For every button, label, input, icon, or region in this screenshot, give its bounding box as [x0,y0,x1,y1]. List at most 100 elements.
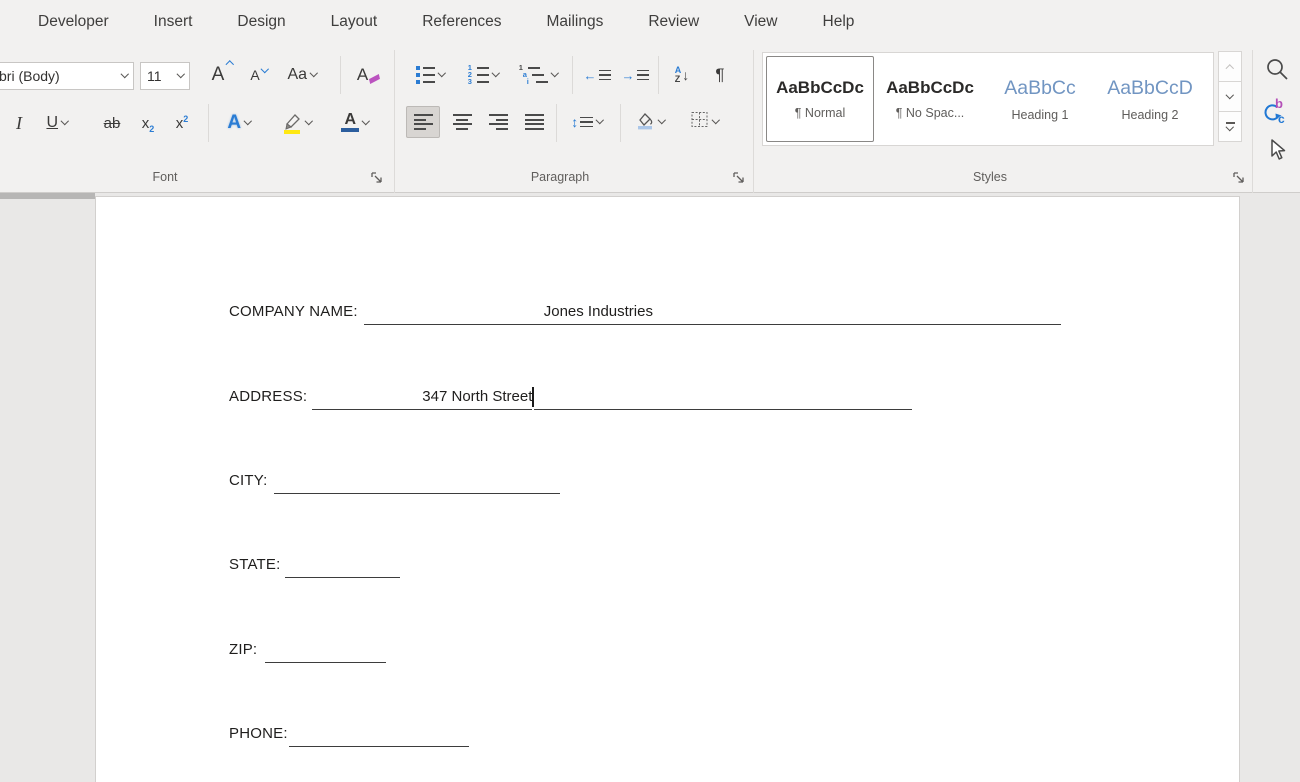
field-blank-line[interactable] [364,301,544,325]
field-blank-line[interactable] [285,554,400,578]
chevron-down-icon [305,117,313,125]
change-case-icon: Aa [287,66,307,84]
tab-design[interactable]: Design [237,13,285,31]
align-center-button[interactable] [446,106,478,138]
superscript-button[interactable]: x2 [168,106,196,140]
italic-button[interactable]: I [8,106,30,140]
chevron-down-icon [596,116,604,124]
tab-references[interactable]: References [422,13,501,31]
field-row-state[interactable]: STATE: [229,554,400,578]
font-dialog-launcher[interactable] [370,171,384,185]
tab-mailings[interactable]: Mailings [546,13,603,31]
font-name-combobox[interactable]: bri (Body) [0,62,134,90]
replace-button[interactable]: bc [1258,94,1296,130]
sort-button[interactable]: AZ ↓ [664,58,700,92]
styles-group-label: Styles [905,170,1075,184]
chevron-down-icon [244,117,252,125]
style-item-heading-2[interactable]: AaBbCcDHeading 2 [1096,56,1204,142]
line-spacing-icon: ↕ [571,114,593,130]
font-color-button[interactable]: A [332,106,378,140]
chevron-up-icon [225,61,233,69]
field-label: COMPANY NAME: [229,301,358,325]
justify-icon [525,114,544,129]
field-blank-line[interactable] [289,723,469,747]
ribbon: bri (Body) 11 A A Aa A I U ab x2 x2 A [0,44,1300,193]
find-button[interactable] [1258,52,1296,88]
field-label: CITY: [229,470,268,494]
pilcrow-icon: ¶ [715,65,724,85]
underline-button[interactable]: U [36,106,78,140]
font-size-combobox[interactable]: 11 [140,62,190,90]
strikethrough-button[interactable]: ab [96,106,128,140]
chevron-down-icon [438,69,446,77]
shrink-font-icon: A [250,67,259,83]
subscript-button[interactable]: x2 [134,106,162,140]
change-case-button[interactable]: Aa [278,58,326,92]
search-icon [1263,56,1291,84]
field-row-phone[interactable]: PHONE: [229,723,469,747]
show-hide-pilcrow-button[interactable]: ¶ [706,58,734,92]
divider [208,104,209,142]
chevron-down-icon [492,69,500,77]
align-left-button[interactable] [406,106,440,138]
paragraph-dialog-launcher[interactable] [732,171,746,185]
styles-scroll-down-button[interactable] [1218,81,1242,112]
divider [340,56,341,94]
font-name-value: bri (Body) [0,68,60,84]
chevron-down-icon [658,116,666,124]
canvas-top-shade [0,193,95,199]
tab-layout[interactable]: Layout [331,13,378,31]
shading-icon [635,110,655,135]
field-blank-line[interactable] [653,301,1061,325]
field-value-text[interactable]: Jones Industries [544,301,653,325]
bullet-list-icon [416,66,435,84]
field-row-company-name[interactable]: COMPANY NAME: Jones Industries [229,301,1061,325]
field-blank-line[interactable] [312,386,422,410]
increase-indent-button[interactable]: → [618,58,652,92]
style-item-no-spac[interactable]: AaBbCcDc¶ No Spac... [876,56,984,142]
multilevel-list-button[interactable]: 1 a i [514,58,562,92]
field-blank-line[interactable] [534,386,912,410]
justify-button[interactable] [518,106,550,138]
field-row-city[interactable]: CITY: [229,470,560,494]
cursor-arrow-icon [1266,138,1288,162]
superscript-icon: x2 [176,115,189,132]
highlight-color-button[interactable] [272,106,322,140]
grow-font-button[interactable]: A [201,58,235,92]
field-label: ADDRESS: [229,386,307,410]
tab-review[interactable]: Review [648,13,699,31]
select-button[interactable] [1258,132,1296,168]
align-left-icon [414,114,433,129]
numbering-button[interactable]: 1 2 3 [460,58,506,92]
decrease-indent-icon: ← [584,68,611,83]
styles-more-button[interactable] [1218,111,1242,142]
text-effects-button[interactable]: A [216,106,262,140]
chevron-down-icon [712,116,720,124]
shrink-font-button[interactable]: A [240,58,270,92]
styles-scroll-up-button[interactable] [1218,51,1242,82]
tab-view[interactable]: View [744,13,777,31]
field-row-zip[interactable]: ZIP: [229,639,386,663]
style-item-normal[interactable]: AaBbCcDc¶ Normal [766,56,874,142]
tab-insert[interactable]: Insert [154,13,193,31]
field-blank-line[interactable] [265,639,386,663]
line-spacing-button[interactable]: ↕ [562,106,612,138]
tab-help[interactable]: Help [823,13,855,31]
field-row-address[interactable]: ADDRESS: 347 North Street [229,386,912,410]
align-right-button[interactable] [482,106,514,138]
clear-formatting-button[interactable]: A [348,58,388,92]
style-name: Heading 1 [1012,108,1069,122]
chevron-down-icon [551,69,559,77]
document-page[interactable]: COMPANY NAME: Jones Industries ADDRESS: 347… [95,196,1240,782]
style-item-heading-1[interactable]: AaBbCcHeading 1 [986,56,1094,142]
tab-developer[interactable]: Developer [38,13,109,31]
field-blank-line[interactable] [274,470,560,494]
decrease-indent-button[interactable]: ← [580,58,614,92]
field-value-text[interactable]: 347 North Street [422,386,532,410]
bullets-button[interactable] [408,58,452,92]
shading-button[interactable] [626,106,674,138]
multilevel-list-icon: 1 a i [519,66,548,84]
borders-button[interactable] [680,106,728,138]
styles-dialog-launcher[interactable] [1232,171,1246,185]
style-name: Heading 2 [1122,108,1179,122]
